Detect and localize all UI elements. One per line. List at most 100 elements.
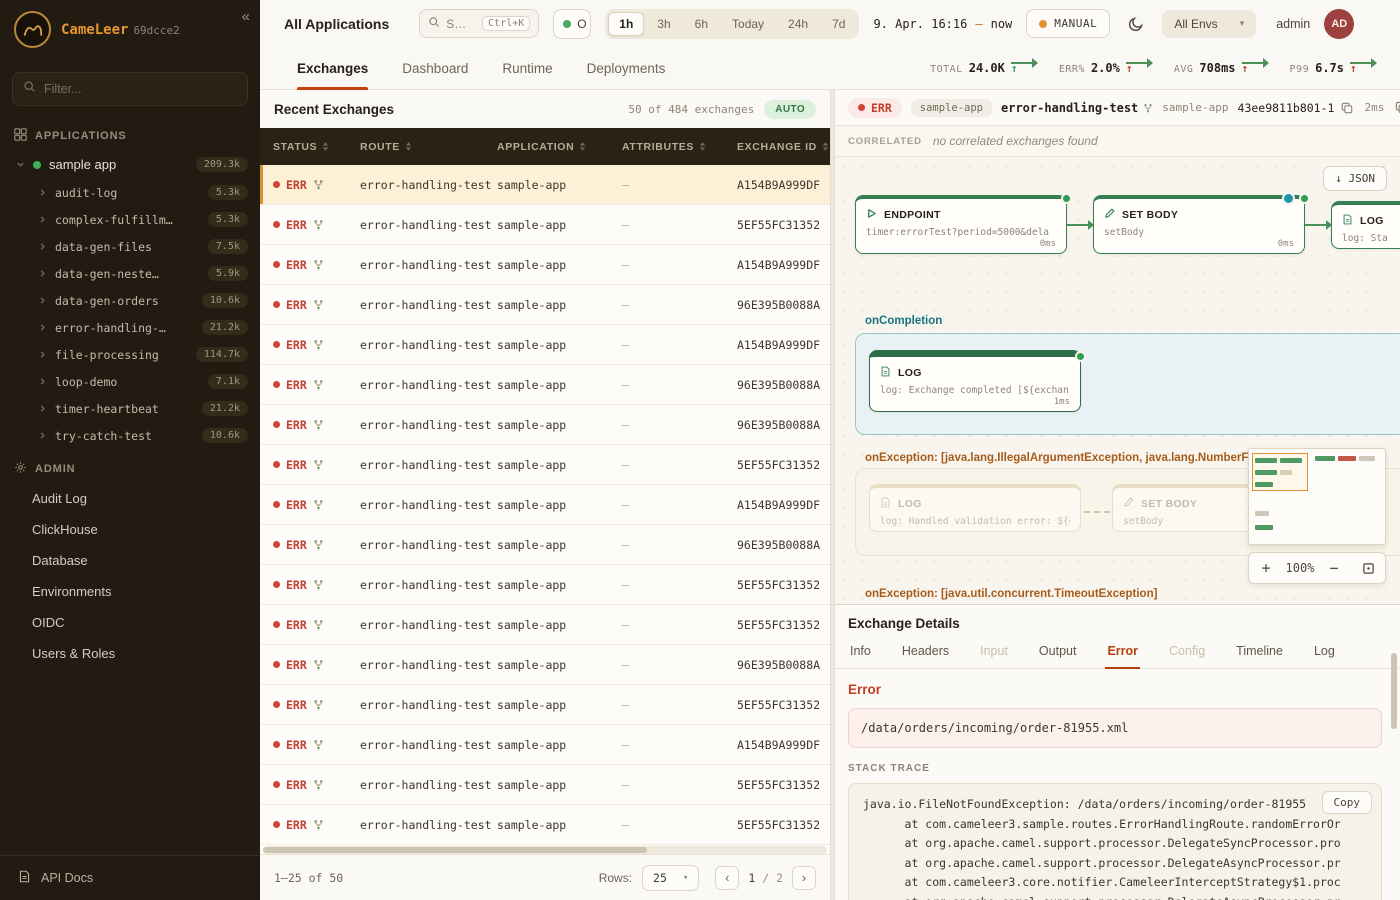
sidebar-admin-item[interactable]: Audit Log [0,483,260,514]
exchange-row[interactable]: ERR error-handling-test sample-app — A15… [260,165,830,205]
sidebar-admin-item[interactable]: Environments [0,576,260,607]
copy-id-button[interactable] [1339,100,1355,116]
sidebar-admin-item[interactable]: OIDC [0,607,260,638]
sidebar-filter[interactable] [12,72,248,106]
download-json-button[interactable]: ↓ JSON [1323,166,1387,191]
sidebar-route-item[interactable]: try-catch-test 10.6k [0,422,260,449]
env-select[interactable]: All Envs ▾ [1162,10,1256,38]
details-tab-config[interactable]: Config [1167,640,1207,668]
details-tab-info[interactable]: Info [848,640,873,668]
details-tab-log[interactable]: Log [1312,640,1337,668]
flow-node-set-body-exception[interactable]: SET BODY setBody [1112,484,1262,532]
route-flow-canvas[interactable]: ↓ JSON ENDPOINT timer:errorTest?period=5… [835,157,1400,604]
route-fork-icon [313,339,324,350]
scrollbar-thumb[interactable] [263,847,647,853]
sidebar-route-item[interactable]: file-processing 114.7k [0,341,260,368]
details-tab-error[interactable]: Error [1105,640,1140,668]
sidebar-route-item[interactable]: data-gen-orders 10.6k [0,287,260,314]
api-docs-link[interactable]: API Docs [0,855,260,900]
sidebar-admin-item[interactable]: ClickHouse [0,514,260,545]
time-range-button[interactable]: 7d [821,12,856,36]
avatar[interactable]: AD [1324,9,1354,39]
sidebar-route-item[interactable]: timer-heartbeat 21.2k [0,395,260,422]
exchange-row[interactable]: ERR error-handling-test sample-app — 5EF… [260,565,830,605]
table-column-header[interactable]: ROUTE [360,141,497,153]
rows-label: Rows: [599,871,632,885]
flow-node-log-completion[interactable]: LOG log: Exchange completed [${exchan 1m… [869,350,1081,412]
exchange-row[interactable]: ERR error-handling-test sample-app — A15… [260,725,830,765]
flow-node-log-exception[interactable]: LOG log: Handled validation error: ${exc… [869,484,1081,532]
exchange-row[interactable]: ERR error-handling-test sample-app — 96E… [260,525,830,565]
time-range-button[interactable]: 3h [646,12,681,36]
nav-tab-exchanges[interactable]: Exchanges [297,47,368,89]
fit-view-button[interactable] [1351,553,1385,583]
flow-node-log[interactable]: LOG log: Sta [1331,201,1400,249]
exchange-row[interactable]: ERR error-handling-test sample-app — 5EF… [260,605,830,645]
exchange-row[interactable]: ERR error-handling-test sample-app — 5EF… [260,805,830,845]
stat: P99 6.7s ↑ [1290,61,1376,75]
nav-tab-runtime[interactable]: Runtime [502,47,552,89]
table-column-header[interactable]: EXCHANGE ID [737,141,830,153]
exchange-row[interactable]: ERR error-handling-test sample-app — 5EF… [260,445,830,485]
exchange-row[interactable]: ERR error-handling-test sample-app — 96E… [260,365,830,405]
error-dot [858,104,865,111]
route-name: loop-demo [55,375,117,389]
sidebar-route-item[interactable]: loop-demo 7.1k [0,368,260,395]
next-page-button[interactable]: › [792,866,816,890]
chevron-right-icon [38,296,47,305]
flow-minimap[interactable] [1248,448,1386,545]
prev-page-button[interactable]: ‹ [715,866,739,890]
exchange-row[interactable]: ERR error-handling-test sample-app — 96E… [260,645,830,685]
exchange-row[interactable]: ERR error-handling-test sample-app — A15… [260,325,830,365]
online-status-chip[interactable]: O [553,9,591,39]
sidebar-item-sample-app[interactable]: sample app 209.3k [0,150,260,179]
rows-per-page-select[interactable]: 25 ▾ [642,865,699,891]
copy-exchange-button[interactable] [1393,99,1400,116]
time-range-button[interactable]: 6h [684,12,719,36]
details-scrollbar[interactable] [1391,653,1397,729]
horizontal-scrollbar[interactable] [263,846,827,854]
exchange-row[interactable]: ERR error-handling-test sample-app — A15… [260,245,830,285]
sidebar-admin-item[interactable]: Database [0,545,260,576]
auto-badge[interactable]: AUTO [764,100,816,119]
exchange-row[interactable]: ERR error-handling-test sample-app — 5EF… [260,685,830,725]
time-range-button[interactable]: 24h [777,12,819,36]
details-tab-headers[interactable]: Headers [900,640,951,668]
time-range-button[interactable]: 1h [608,12,644,36]
details-tab-timeline[interactable]: Timeline [1234,640,1285,668]
table-column-header[interactable]: APPLICATION [497,141,622,153]
filter-input[interactable] [44,82,237,96]
exchange-row[interactable]: ERR error-handling-test sample-app — 5EF… [260,765,830,805]
details-tab-input[interactable]: Input [978,640,1010,668]
sidebar-collapse-button[interactable]: « [242,8,250,25]
details-tab-output[interactable]: Output [1037,640,1079,668]
exchange-row[interactable]: ERR error-handling-test sample-app — A15… [260,485,830,525]
nav-tab-deployments[interactable]: Deployments [587,47,666,89]
sidebar-route-item[interactable]: complex-fulfillm… 5.3k [0,206,260,233]
manual-refresh-button[interactable]: MANUAL [1026,9,1110,38]
table-column-header[interactable]: STATUS [273,141,360,153]
zoom-out-button[interactable]: − [1317,553,1351,583]
flow-node-set-body[interactable]: SET BODY setBody 0ms [1093,195,1305,254]
status-cell: ERR [273,818,360,832]
sidebar-route-item[interactable]: data-gen-files 7.5k [0,233,260,260]
global-search[interactable]: S… Ctrl+K [419,9,539,38]
sidebar-route-item[interactable]: audit-log 5.3k [0,179,260,206]
exchange-row[interactable]: ERR error-handling-test sample-app — 96E… [260,405,830,445]
sidebar-route-item[interactable]: data-gen-neste… 5.9k [0,260,260,287]
time-range-button[interactable]: Today [721,12,775,36]
zoom-in-button[interactable]: + [1249,553,1283,583]
table-column-header[interactable]: ATTRIBUTES [622,141,737,153]
date-range[interactable]: 9. Apr. 16:16 — now [873,17,1012,31]
copy-stack-button[interactable]: Copy [1322,791,1373,814]
application-cell: sample-app [497,378,622,392]
exchange-row[interactable]: ERR error-handling-test sample-app — 96E… [260,285,830,325]
exchange-row[interactable]: ERR error-handling-test sample-app — 5EF… [260,205,830,245]
nav-tab-dashboard[interactable]: Dashboard [402,47,468,89]
sidebar-route-item[interactable]: error-handling-… 21.2k [0,314,260,341]
chevron-right-icon [38,188,47,197]
flow-node-endpoint[interactable]: ENDPOINT timer:errorTest?period=5000&del… [855,195,1067,254]
dark-mode-toggle[interactable] [1124,12,1148,36]
sidebar-admin-item[interactable]: Users & Roles [0,638,260,669]
status-cell: ERR [273,458,360,472]
